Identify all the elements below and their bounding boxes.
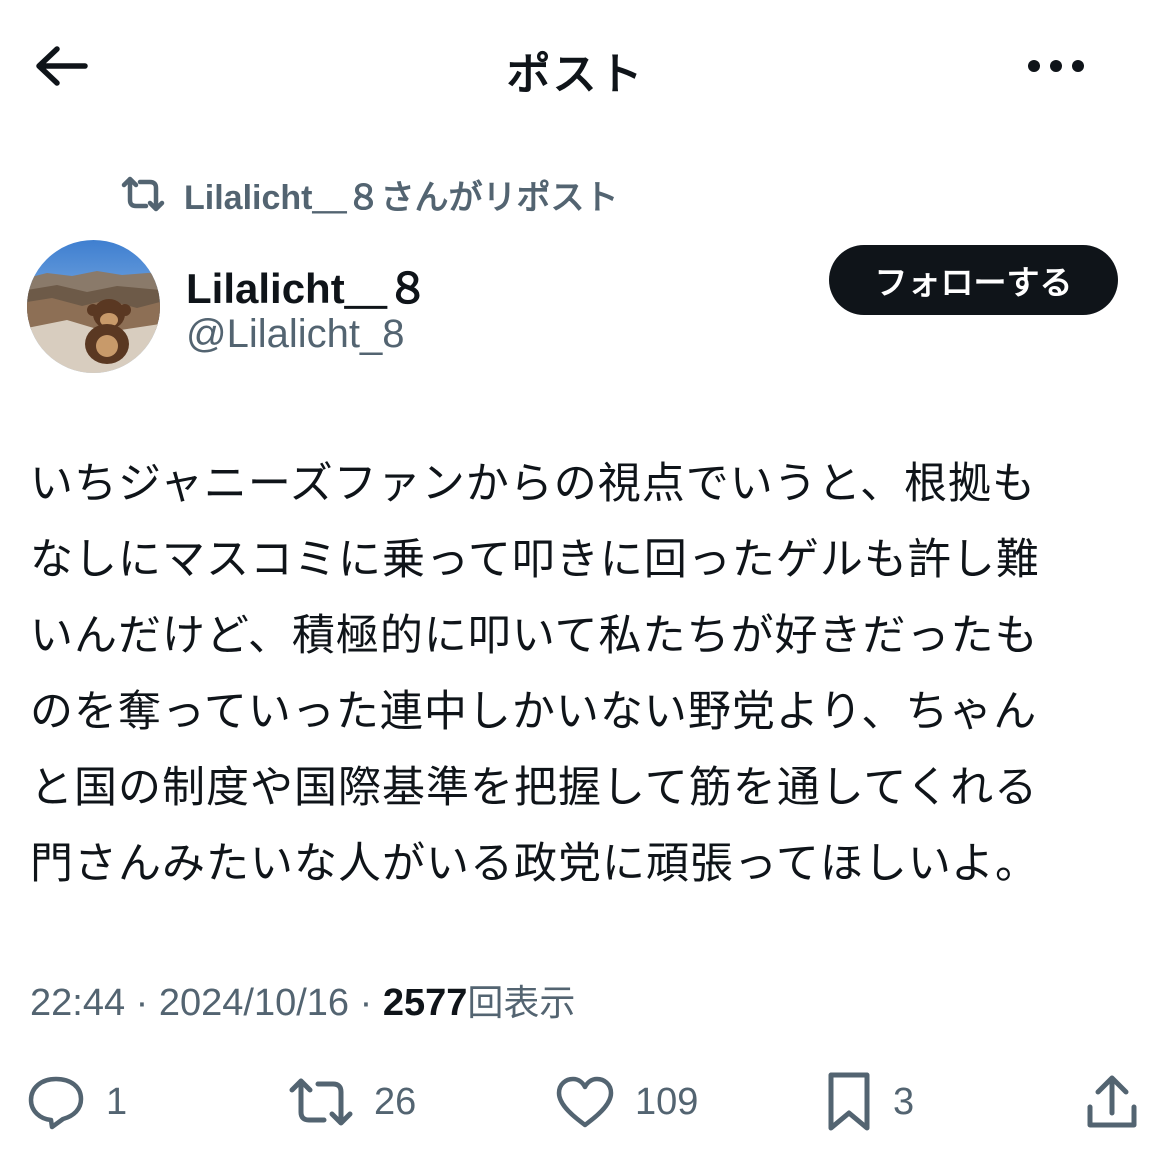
reply-count: 1	[106, 1080, 128, 1123]
repost-button[interactable]: 26	[288, 1070, 416, 1134]
reply-icon	[28, 1076, 84, 1130]
tweet-time[interactable]: 22:44	[30, 982, 125, 1024]
share-icon	[1087, 1075, 1137, 1128]
avatar[interactable]	[27, 240, 160, 373]
views-count: 2577	[382, 982, 468, 1024]
more-options-button[interactable]	[1020, 44, 1092, 88]
avatar-photo	[27, 240, 160, 373]
repost-count: 26	[374, 1080, 417, 1123]
like-count: 109	[635, 1080, 699, 1123]
tweet-meta: 22:44 · 2024/10/16 · 2577回表示	[30, 974, 575, 1026]
bookmark-count: 3	[893, 1080, 915, 1123]
meta-separator: ·	[349, 982, 383, 1024]
repost-icon	[289, 1078, 353, 1126]
repost-indicator: Lilalicht＿８さんがリポスト	[120, 170, 618, 219]
bookmark-icon	[828, 1072, 870, 1131]
tweet-date[interactable]: 2024/10/16	[159, 982, 349, 1024]
page-title: ポスト	[506, 50, 645, 99]
repost-indicator-text[interactable]: Lilalicht＿８さんがリポスト	[184, 170, 618, 219]
like-button[interactable]: 109	[555, 1070, 698, 1134]
author-display-name[interactable]: Lilalicht＿８	[186, 255, 429, 316]
share-button[interactable]	[1085, 1070, 1139, 1134]
reply-button[interactable]: 1	[26, 1070, 127, 1134]
follow-button[interactable]: フォローする	[829, 245, 1118, 315]
heart-icon	[556, 1076, 614, 1128]
tweet-text: いちジャニーズファンからの視点でいうと、根拠も なしにマスコミに乗って叩きに回っ…	[30, 460, 1040, 888]
repost-icon	[121, 176, 165, 212]
meta-separator: ·	[125, 982, 159, 1024]
views-label: 回表示	[467, 982, 576, 1023]
author-handle[interactable]: @Lilalicht_8	[186, 312, 405, 357]
bookmark-button[interactable]: 3	[825, 1070, 914, 1134]
more-horizontal-icon	[1028, 60, 1084, 72]
